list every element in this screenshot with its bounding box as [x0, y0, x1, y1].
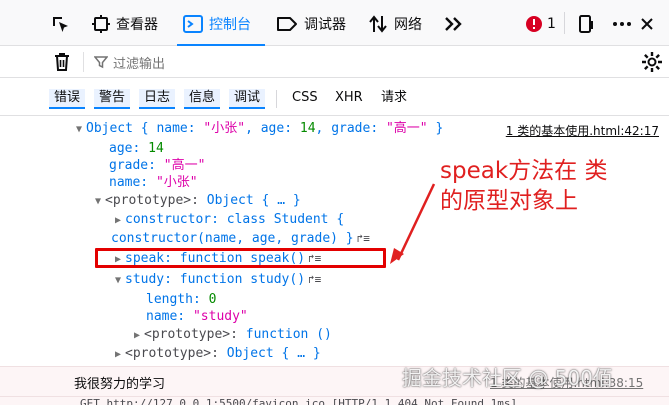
- more-tools-button[interactable]: [444, 10, 464, 38]
- tree-prop-grade: grade: "高一": [109, 158, 206, 173]
- element-picker-icon: [53, 17, 68, 32]
- filter-css-button[interactable]: CSS: [292, 89, 318, 109]
- responsive-design-button[interactable]: [576, 10, 596, 38]
- speak-highlight-box: [95, 248, 386, 268]
- filter-errors-button[interactable]: 错误: [49, 89, 86, 109]
- expanded-arrow-icon: ▼: [76, 124, 83, 135]
- log-source-link[interactable]: 1 类的基本使用.html:42:17: [506, 122, 659, 139]
- tree-root-object[interactable]: ▼ Object { name: "小张", age: 14, grade: "高…: [76, 120, 443, 138]
- tree-prop-study-name: name: "study": [146, 309, 248, 324]
- tree-prop-constructor-cont: constructor(name, age, grade) } ↱≡: [111, 231, 370, 246]
- annotation-note: speak方法在 类 的原型对象上: [440, 158, 608, 214]
- log-message: 我很努力的学习: [74, 377, 166, 392]
- tree-prop-study-length: length: 0: [146, 292, 217, 307]
- error-counter[interactable]: 1: [526, 10, 556, 38]
- gear-icon: [642, 52, 662, 72]
- filter-input[interactable]: 过滤输出: [113, 53, 165, 72]
- chevron-double-right-icon: [445, 17, 462, 31]
- tree-prop-name: name: "小张": [109, 175, 198, 190]
- filter-requests-button[interactable]: 请求: [381, 89, 407, 109]
- request-message[interactable]: GET http://127.0.0.1:5500/favicon.ico [H…: [80, 397, 517, 405]
- responsive-design-icon: [579, 15, 593, 33]
- expanded-arrow-icon: ▼: [115, 275, 122, 286]
- collapsed-arrow-icon: ▶: [134, 330, 141, 341]
- filter-debug-button[interactable]: 调试: [229, 89, 266, 109]
- console-filter-bar: 过滤输出: [0, 46, 669, 78]
- more-horizontal-icon: [613, 22, 631, 26]
- clear-console-button[interactable]: [52, 51, 72, 77]
- watermark: 掘金技术社区 @ 500佰: [402, 366, 613, 390]
- filter-warnings-button[interactable]: 警告: [94, 89, 131, 109]
- filter-info-button[interactable]: 信息: [184, 89, 221, 109]
- tab-inspector-label: 查看器: [116, 17, 158, 33]
- tab-debugger[interactable]: 调试器: [276, 10, 346, 38]
- inspector-icon: [92, 15, 110, 33]
- tree-prop-study[interactable]: ▼ study: function study() ↱≡: [115, 271, 321, 289]
- expanded-arrow-icon: ▼: [95, 196, 102, 207]
- tab-network-label: 网络: [394, 17, 422, 33]
- filter-xhr-button[interactable]: XHR: [335, 89, 363, 109]
- tree-prop-study-prototype[interactable]: ▶ <prototype>: function (): [134, 326, 332, 344]
- trash-icon: [55, 53, 69, 71]
- debugger-icon: [277, 17, 297, 31]
- close-devtools-button[interactable]: [640, 10, 654, 38]
- annotation-arrow: [390, 183, 436, 264]
- error-icon: [526, 16, 542, 32]
- toolbar-separator: [564, 12, 565, 34]
- devtools-toolbar: 查看器 控制台 调试器 网络 1: [0, 0, 669, 46]
- tree-prop-constructor[interactable]: ▶ constructor: class Student {: [115, 211, 344, 229]
- collapsed-arrow-icon: ▶: [115, 349, 122, 360]
- tree-prop-age: age: 14: [109, 141, 164, 156]
- console-icon: [183, 15, 203, 33]
- element-picker-button[interactable]: [50, 10, 70, 38]
- jump-to-definition-icon[interactable]: ↱≡: [308, 273, 321, 286]
- jump-to-definition-icon[interactable]: ↱≡: [357, 232, 370, 245]
- category-separator: [276, 90, 277, 108]
- console-request-row: GET http://127.0.0.1:5500/favicon.ico [H…: [0, 396, 669, 405]
- tab-console-label: 控制台: [209, 17, 251, 33]
- filter-logs-button[interactable]: 日志: [139, 89, 176, 109]
- console-settings-button[interactable]: [641, 51, 663, 77]
- tree-prototype-2[interactable]: ▶ <prototype>: Object { … }: [115, 345, 321, 363]
- filter-icon: [93, 55, 109, 73]
- devtools-menu-button[interactable]: [612, 10, 632, 38]
- tab-network[interactable]: 网络: [368, 10, 422, 38]
- filter-separator: [83, 52, 84, 72]
- error-count: 1: [547, 16, 556, 32]
- tab-inspector[interactable]: 查看器: [92, 10, 158, 38]
- collapsed-arrow-icon: ▶: [115, 215, 122, 226]
- console-category-bar: 错误 警告 日志 信息 调试 CSS XHR 请求: [0, 78, 669, 116]
- tree-prototype[interactable]: ▼ <prototype>: Object { … }: [95, 192, 301, 210]
- tab-debugger-label: 调试器: [304, 17, 346, 33]
- close-icon: [641, 18, 653, 30]
- tab-console[interactable]: 控制台: [183, 10, 251, 38]
- network-icon: [369, 15, 387, 33]
